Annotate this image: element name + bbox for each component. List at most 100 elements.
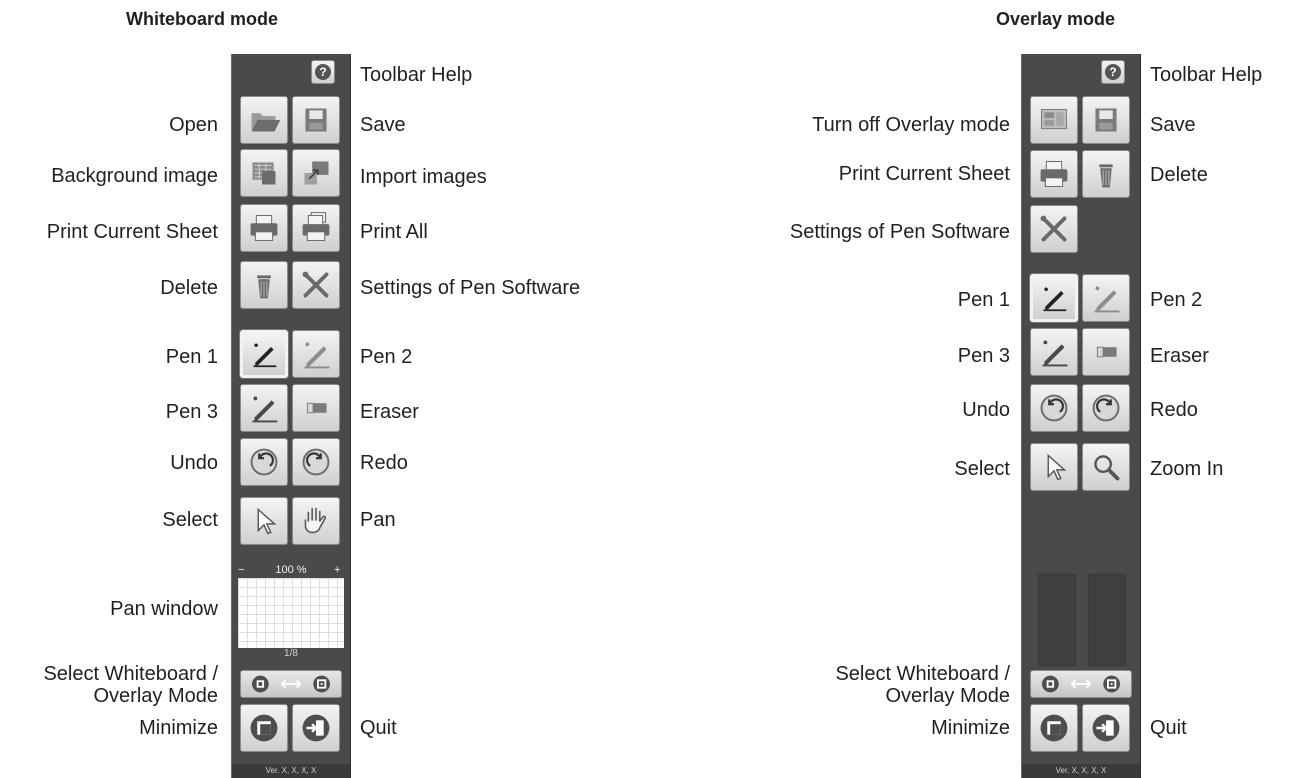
print-all-icon bbox=[293, 205, 339, 251]
zoom-out-button[interactable]: − bbox=[238, 562, 252, 578]
settings-button[interactable] bbox=[292, 261, 340, 309]
pan-icon bbox=[293, 498, 339, 544]
turn-off-overlay-button[interactable] bbox=[1030, 96, 1078, 144]
page-indicator: 1/8 bbox=[284, 648, 298, 659]
pen-3-button[interactable] bbox=[240, 384, 288, 432]
label-select-mode-line2: Overlay Mode bbox=[885, 685, 1011, 707]
redo-button[interactable] bbox=[1082, 384, 1130, 432]
label-undo: Undo bbox=[170, 452, 218, 474]
select-icon bbox=[1031, 444, 1077, 490]
label-print-all: Print All bbox=[360, 221, 428, 243]
label-print-current-sheet: Print Current Sheet bbox=[838, 163, 1010, 185]
print-icon bbox=[1031, 151, 1077, 197]
label-settings: Settings of Pen Software bbox=[789, 221, 1010, 243]
quit-icon bbox=[293, 705, 339, 751]
toolbar-help-button[interactable]: ? bbox=[311, 60, 335, 84]
undo-button[interactable] bbox=[1030, 384, 1078, 432]
open-icon bbox=[241, 97, 287, 143]
quit-icon bbox=[1083, 705, 1129, 751]
pen-2-button[interactable] bbox=[292, 330, 340, 378]
pan-button[interactable] bbox=[292, 497, 340, 545]
label-redo: Redo bbox=[360, 452, 408, 474]
print-current-sheet-button[interactable] bbox=[240, 204, 288, 252]
print-current-sheet-button[interactable] bbox=[1030, 150, 1078, 198]
mode-switch-icon bbox=[1031, 671, 1131, 697]
zoom-level: 100 % bbox=[275, 564, 307, 576]
undo-icon bbox=[1031, 385, 1077, 431]
label-eraser: Eraser bbox=[360, 401, 419, 423]
import-images-button[interactable] bbox=[292, 149, 340, 197]
mode-switch-button[interactable] bbox=[1030, 670, 1132, 698]
save-button[interactable] bbox=[292, 96, 340, 144]
overlay-off-icon bbox=[1031, 97, 1077, 143]
settings-button[interactable] bbox=[1030, 205, 1078, 253]
pen-3-icon bbox=[241, 385, 287, 431]
empty-slot bbox=[1088, 574, 1126, 666]
label-undo: Undo bbox=[962, 399, 1010, 421]
pen-1-button[interactable] bbox=[240, 330, 288, 378]
select-icon bbox=[241, 498, 287, 544]
version-label: Ver. X, X, X, X bbox=[232, 764, 350, 778]
empty-slot bbox=[1038, 574, 1076, 666]
background-image-button[interactable] bbox=[240, 149, 288, 197]
save-button[interactable] bbox=[1082, 96, 1130, 144]
undo-button[interactable] bbox=[240, 438, 288, 486]
zoom-in-icon bbox=[1083, 444, 1129, 490]
pen-1-icon bbox=[243, 333, 285, 375]
minimize-icon bbox=[241, 705, 287, 751]
minimize-button[interactable] bbox=[1030, 704, 1078, 752]
label-pen-3: Pen 3 bbox=[165, 401, 218, 423]
mode-switch-button[interactable] bbox=[240, 670, 342, 698]
label-select: Select bbox=[162, 509, 218, 531]
eraser-icon bbox=[1083, 329, 1129, 375]
label-select-mode-line1: Select Whiteboard / bbox=[43, 663, 218, 685]
pen-3-icon bbox=[1031, 329, 1077, 375]
redo-icon bbox=[293, 439, 339, 485]
pen-1-button[interactable] bbox=[1030, 274, 1078, 322]
label-zoom-in: Zoom In bbox=[1150, 458, 1224, 480]
pan-window[interactable] bbox=[238, 578, 344, 648]
whiteboard-mode-heading: Whiteboard mode bbox=[126, 9, 278, 29]
select-button[interactable] bbox=[1030, 443, 1078, 491]
label-pan: Pan bbox=[360, 509, 396, 531]
label-minimize: Minimize bbox=[931, 717, 1010, 739]
pen-2-icon bbox=[293, 331, 339, 377]
eraser-button[interactable] bbox=[1082, 328, 1130, 376]
toolbar-help-button[interactable]: ? bbox=[1101, 60, 1125, 84]
label-quit: Quit bbox=[360, 717, 397, 739]
label-toolbar-help: Toolbar Help bbox=[1150, 64, 1263, 86]
zoom-in-button[interactable]: + bbox=[334, 562, 348, 578]
zoom-in-button[interactable] bbox=[1082, 443, 1130, 491]
quit-button[interactable] bbox=[292, 704, 340, 752]
label-minimize: Minimize bbox=[139, 717, 218, 739]
save-icon bbox=[1083, 97, 1129, 143]
help-icon: ? bbox=[315, 64, 331, 80]
redo-button[interactable] bbox=[292, 438, 340, 486]
eraser-button[interactable] bbox=[292, 384, 340, 432]
label-eraser: Eraser bbox=[1150, 345, 1209, 367]
print-all-button[interactable] bbox=[292, 204, 340, 252]
delete-button[interactable] bbox=[1082, 150, 1130, 198]
label-pan-window: Pan window bbox=[110, 598, 218, 620]
pen-3-button[interactable] bbox=[1030, 328, 1078, 376]
minimize-button[interactable] bbox=[240, 704, 288, 752]
pen-2-button[interactable] bbox=[1082, 274, 1130, 322]
label-redo: Redo bbox=[1150, 399, 1198, 421]
label-pen-2: Pen 2 bbox=[360, 346, 413, 368]
background-image-icon bbox=[241, 150, 287, 196]
label-delete: Delete bbox=[160, 277, 218, 299]
overlay-mode-heading: Overlay mode bbox=[996, 9, 1116, 29]
pen-1-icon bbox=[1033, 277, 1075, 319]
delete-button[interactable] bbox=[240, 261, 288, 309]
mode-switch-icon bbox=[241, 671, 341, 697]
select-button[interactable] bbox=[240, 497, 288, 545]
overlay-toolbar: ? Ver. X, X, X, X bbox=[1021, 54, 1141, 778]
print-icon bbox=[241, 205, 287, 251]
redo-icon bbox=[1083, 385, 1129, 431]
import-images-icon bbox=[293, 150, 339, 196]
quit-button[interactable] bbox=[1082, 704, 1130, 752]
label-pen-2: Pen 2 bbox=[1150, 289, 1203, 311]
open-button[interactable] bbox=[240, 96, 288, 144]
label-print-current-sheet: Print Current Sheet bbox=[46, 221, 218, 243]
label-turn-off-overlay: Turn off Overlay mode bbox=[812, 114, 1010, 136]
